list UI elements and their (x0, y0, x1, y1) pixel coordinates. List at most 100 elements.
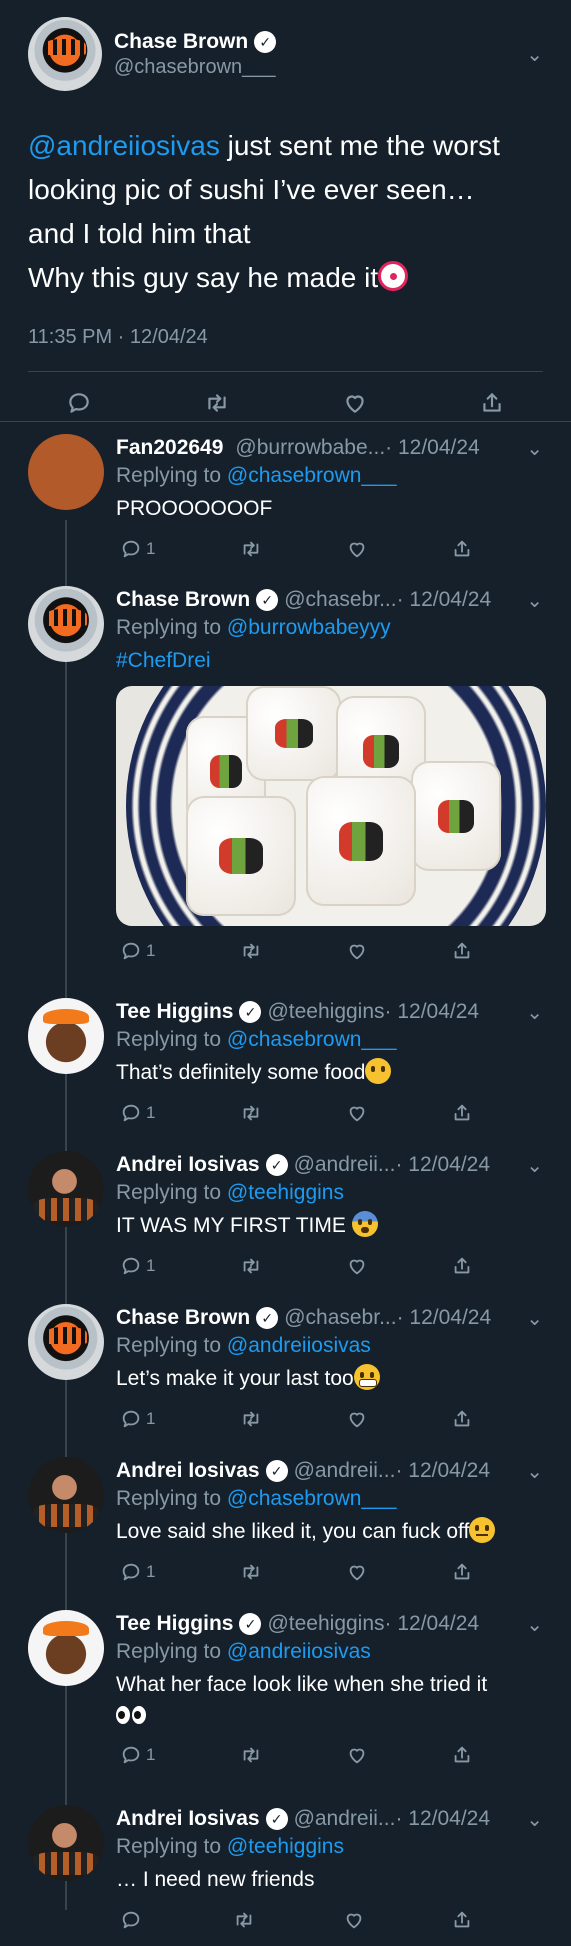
reply-item[interactable]: Fan202649 @burrowbabe... · 12/04/24 ⌄ Re… (0, 422, 571, 574)
reply-text: Let’s make it your last too (116, 1367, 354, 1390)
replying-to-link[interactable]: @teehiggins (227, 1835, 344, 1858)
chevron-down-icon[interactable]: ⌄ (512, 1807, 543, 1832)
author-block: Chase Brown ✓ @chasebrown___ (114, 30, 526, 79)
mention-link[interactable]: @andreiiosivas (28, 130, 220, 161)
avatar[interactable] (28, 434, 104, 510)
like-icon[interactable] (342, 390, 368, 416)
replying-to-link[interactable]: @chasebrown___ (227, 1487, 397, 1510)
reply-author-name[interactable]: Andrei Iosivas (116, 1153, 260, 1177)
retweet-icon[interactable] (239, 1408, 263, 1430)
like-icon[interactable] (346, 1255, 368, 1277)
chevron-down-icon[interactable]: ⌄ (512, 588, 543, 613)
avatar[interactable] (28, 1457, 104, 1533)
reply-icon[interactable]: 1 (120, 1408, 155, 1430)
verified-icon: ✓ (265, 1154, 288, 1176)
reply-author-name[interactable]: Chase Brown (116, 1306, 250, 1330)
reply-actions (116, 1895, 543, 1945)
reply-count: 1 (146, 941, 156, 960)
sushi-photo[interactable] (116, 686, 546, 926)
retweet-icon[interactable] (239, 1561, 263, 1583)
reply-author-handle[interactable]: @chasebr... (284, 588, 396, 612)
share-icon[interactable] (451, 1255, 473, 1277)
avatar[interactable] (28, 1304, 104, 1380)
avatar[interactable] (28, 586, 104, 662)
reply-icon[interactable]: 1 (120, 1561, 155, 1583)
like-icon[interactable] (346, 1102, 368, 1124)
retweet-icon[interactable] (239, 1744, 263, 1766)
share-icon[interactable] (451, 1102, 473, 1124)
retweet-icon[interactable] (203, 390, 231, 416)
avatar[interactable] (28, 1805, 104, 1881)
chevron-down-icon[interactable]: ⌄ (512, 1000, 543, 1025)
author-name[interactable]: Chase Brown (114, 30, 248, 54)
reply-author-handle[interactable]: @andreii... (294, 1807, 396, 1831)
chevron-down-icon[interactable]: ⌄ (512, 1612, 543, 1637)
share-icon[interactable] (479, 390, 505, 416)
replying-to-link[interactable]: @andreiiosivas (227, 1334, 371, 1357)
chevron-down-icon[interactable]: ⌄ (512, 1459, 543, 1484)
hashtag-link[interactable]: #ChefDrei (116, 646, 543, 676)
like-icon[interactable] (346, 1744, 368, 1766)
chevron-down-icon[interactable]: ⌄ (526, 42, 543, 67)
reply-author-name[interactable]: Tee Higgins (116, 1612, 233, 1636)
avatar[interactable] (28, 17, 102, 91)
reply-author-handle[interactable]: @andreii... (294, 1153, 396, 1177)
reply-author-name[interactable]: Andrei Iosivas (116, 1459, 260, 1483)
like-icon[interactable] (343, 1909, 365, 1931)
replying-to-link[interactable]: @andreiiosivas (227, 1640, 371, 1663)
reply-author-handle[interactable]: @teehiggins (267, 1612, 384, 1636)
like-icon[interactable] (346, 1561, 368, 1583)
chevron-down-icon[interactable]: ⌄ (512, 436, 543, 461)
reply-item[interactable]: Andrei Iosivas ✓ @andreii... · 12/04/24 … (0, 1139, 571, 1292)
reply-icon[interactable]: 1 (120, 1255, 155, 1277)
like-icon[interactable] (346, 940, 368, 962)
share-icon[interactable] (451, 1561, 473, 1583)
avatar[interactable] (28, 1610, 104, 1686)
tweet-text-line3: Why this guy say he made it (28, 262, 379, 293)
reply-author-handle[interactable]: @chasebr... (284, 1306, 396, 1330)
replying-to-link[interactable]: @teehiggins (227, 1181, 344, 1204)
reply-author-name[interactable]: Andrei Iosivas (116, 1807, 260, 1831)
reply-author-name[interactable]: Fan202649 (116, 436, 223, 460)
reply-item[interactable]: Tee Higgins ✓ @teehiggins · 12/04/24 ⌄ R… (0, 986, 571, 1139)
reply-author-name[interactable]: Chase Brown (116, 588, 250, 612)
like-icon[interactable] (346, 1408, 368, 1430)
retweet-icon[interactable] (239, 940, 263, 962)
avatar[interactable] (28, 998, 104, 1074)
reply-item[interactable]: Andrei Iosivas ✓ @andreii... · 12/04/24 … (0, 1793, 571, 1946)
reply-icon[interactable] (66, 390, 92, 416)
reply-icon[interactable]: 1 (120, 538, 155, 560)
reply-item[interactable]: Chase Brown ✓ @chasebr... · 12/04/24 ⌄ R… (0, 574, 571, 986)
reply-author-handle[interactable]: @teehiggins (267, 1000, 384, 1024)
reply-item[interactable]: Tee Higgins ✓ @teehiggins · 12/04/24 ⌄ R… (0, 1598, 571, 1793)
share-icon[interactable] (451, 940, 473, 962)
reply-icon[interactable]: 1 (120, 1102, 155, 1124)
reply-item[interactable]: Chase Brown ✓ @chasebr... · 12/04/24 ⌄ R… (0, 1292, 571, 1445)
share-icon[interactable] (451, 1744, 473, 1766)
fearful-emoji-icon (351, 1211, 378, 1237)
chevron-down-icon[interactable]: ⌄ (512, 1153, 543, 1178)
reply-icon[interactable] (120, 1909, 146, 1931)
retweet-icon[interactable] (239, 538, 263, 560)
like-icon[interactable] (346, 538, 368, 560)
reply-actions: 1 (116, 524, 543, 574)
share-icon[interactable] (451, 1408, 473, 1430)
share-icon[interactable] (451, 1909, 473, 1931)
reply-author-handle[interactable]: @burrowbabe... (235, 436, 385, 460)
reply-author-name[interactable]: Tee Higgins (116, 1000, 233, 1024)
reply-icon[interactable]: 1 (120, 940, 155, 962)
replying-to-link[interactable]: @chasebrown___ (227, 464, 397, 487)
replying-to-link[interactable]: @burrowbabeyyy (227, 616, 391, 639)
retweet-icon[interactable] (239, 1102, 263, 1124)
replying-to-link[interactable]: @chasebrown___ (227, 1028, 397, 1051)
retweet-icon[interactable] (232, 1909, 256, 1931)
avatar[interactable] (28, 1151, 104, 1227)
share-icon[interactable] (451, 538, 473, 560)
replying-to: Replying to @chasebrown___ (116, 1487, 543, 1511)
reply-author-handle[interactable]: @andreii... (294, 1459, 396, 1483)
retweet-icon[interactable] (239, 1255, 263, 1277)
author-handle[interactable]: @chasebrown___ (114, 56, 526, 79)
chevron-down-icon[interactable]: ⌄ (512, 1306, 543, 1331)
reply-item[interactable]: Andrei Iosivas ✓ @andreii... · 12/04/24 … (0, 1445, 571, 1598)
reply-icon[interactable]: 1 (120, 1744, 155, 1766)
